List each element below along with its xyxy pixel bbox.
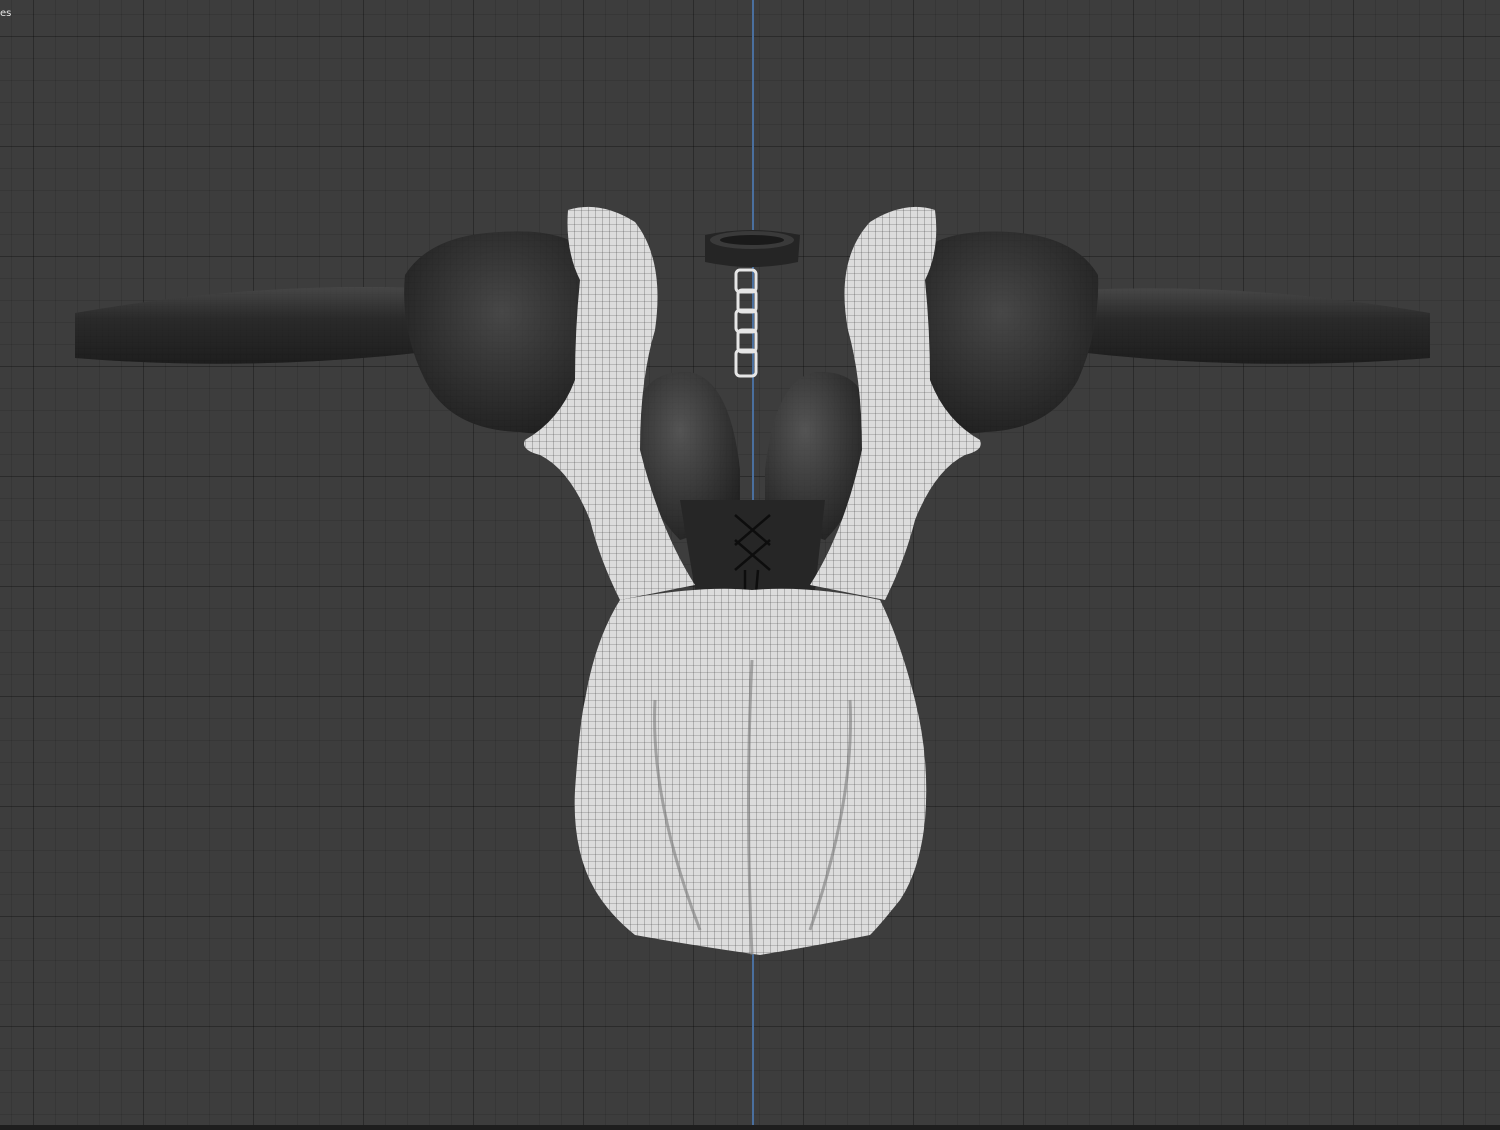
choker-collar[interactable] — [705, 230, 800, 267]
3d-viewport[interactable]: es — [0, 0, 1500, 1125]
chain-links — [734, 268, 758, 378]
viewport-corner-label: es — [0, 8, 12, 19]
left-sleeve-arm[interactable] — [75, 287, 425, 364]
right-sleeve-arm[interactable] — [1078, 288, 1430, 364]
apron-skirt[interactable] — [574, 588, 927, 956]
garment-model[interactable] — [0, 0, 1500, 1125]
status-bar — [0, 1125, 1500, 1130]
